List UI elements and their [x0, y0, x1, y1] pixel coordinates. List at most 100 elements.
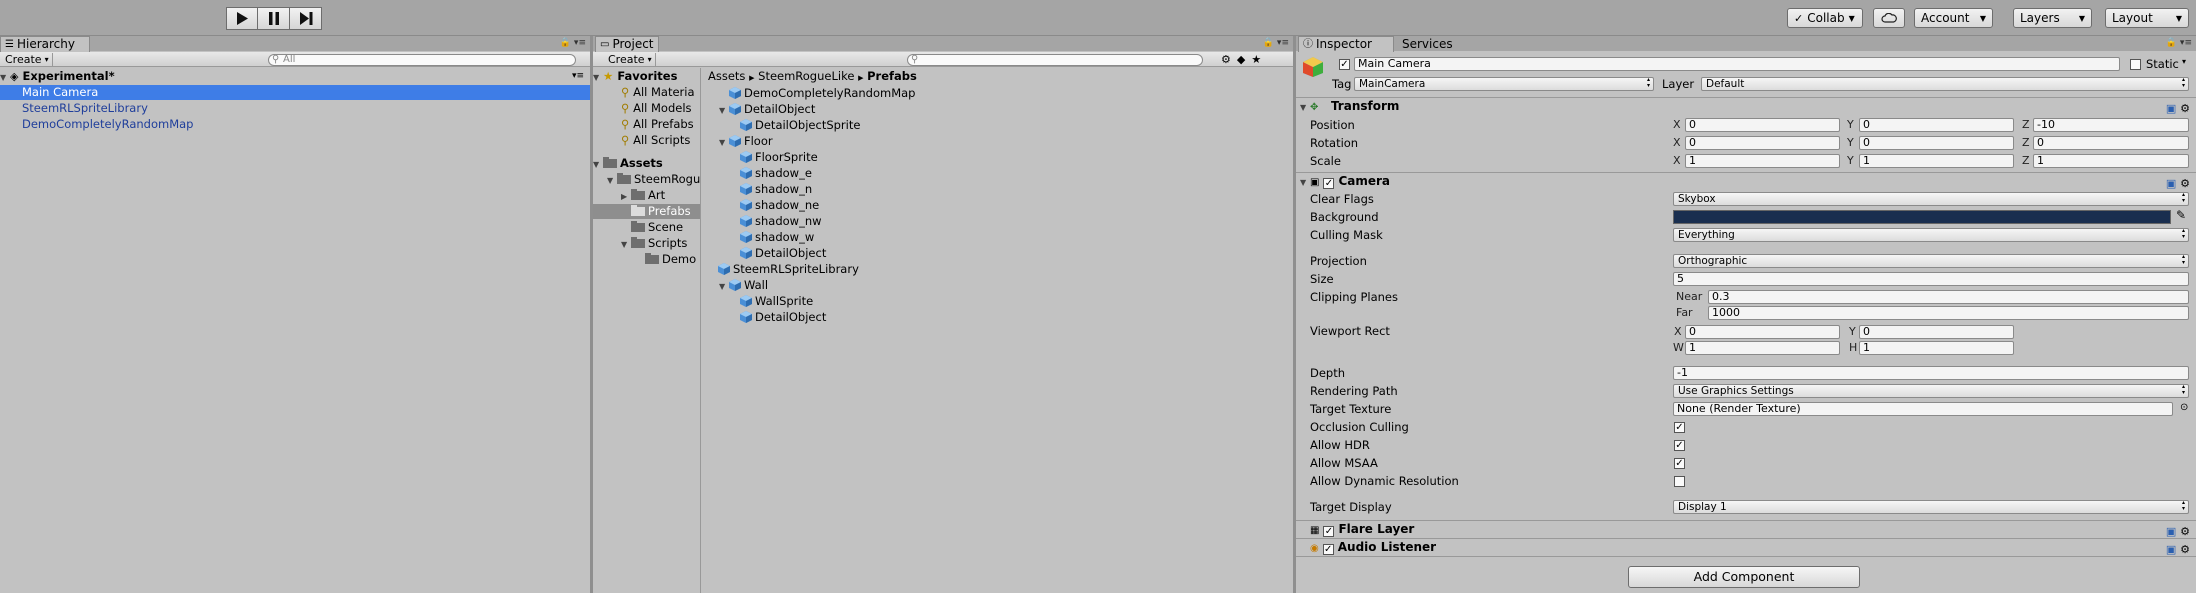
transform-rotation-z-field[interactable]: 0	[2033, 136, 2189, 150]
favorite-item[interactable]: ⚲ All Scripts	[621, 133, 690, 148]
background-color-swatch[interactable]	[1673, 210, 2171, 224]
add-component-button[interactable]: Add Component	[1628, 566, 1860, 588]
prefab-item[interactable]: shadow_e	[740, 166, 812, 181]
allow-hdr-checkbox[interactable]: ✓	[1674, 440, 1685, 451]
layer-dropdown[interactable]: Default	[1701, 77, 2189, 91]
scene-menu-icon[interactable]: ▾≡	[572, 69, 584, 84]
prefab-item[interactable]: SteemRLSpriteLibrary	[718, 262, 859, 277]
folder-item[interactable]: ▶ Art	[621, 188, 665, 203]
tab-inspector[interactable]: ⓘ Inspector	[1298, 36, 1394, 52]
help-icon[interactable]: ▣	[2166, 177, 2176, 190]
static-dropdown-icon[interactable]: ▾	[2182, 57, 2186, 66]
collab-button[interactable]: ✓ Collab ▼	[1787, 8, 1863, 28]
prefab-item[interactable]: shadow_nw	[740, 214, 822, 229]
tag-dropdown[interactable]: MainCamera	[1354, 77, 1654, 91]
layers-dropdown[interactable]: Layers ▼	[2013, 8, 2092, 28]
assets-header[interactable]: ▼ Assets	[593, 156, 663, 171]
expand-triangle-icon[interactable]: ▼	[719, 103, 729, 118]
filter-type-icon[interactable]: ⚙	[1221, 53, 1237, 66]
panel-menu-icon[interactable]: 🔒 ▾≡	[2166, 38, 2192, 48]
hierarchy-item-main-camera[interactable]: Main Camera	[0, 85, 590, 100]
transform-position-z-field[interactable]: -10	[2033, 118, 2189, 132]
tab-hierarchy[interactable]: ☰ Hierarchy	[0, 36, 90, 52]
tab-project[interactable]: ▭ Project	[595, 36, 659, 52]
viewport-w-field[interactable]: 1	[1685, 341, 1840, 355]
allow-dynres-checkbox[interactable]	[1674, 476, 1685, 487]
favorite-item[interactable]: ⚲ All Models	[621, 101, 692, 116]
layout-dropdown[interactable]: Layout ▼	[2105, 8, 2189, 28]
prefab-item[interactable]: WallSprite	[740, 294, 813, 309]
cloud-button[interactable]	[1873, 8, 1905, 28]
gear-icon[interactable]: ⚙	[2180, 525, 2190, 538]
play-button[interactable]	[226, 7, 258, 30]
expand-triangle-icon[interactable]: ▼	[719, 279, 729, 294]
hierarchy-item-random-map[interactable]: DemoCompletelyRandomMap	[0, 117, 590, 132]
active-checkbox[interactable]: ✓	[1339, 59, 1350, 70]
folder-item[interactable]: ▼ Scripts	[621, 236, 687, 251]
hierarchy-create-button[interactable]: Create ▾	[2, 53, 53, 66]
audio-enabled-checkbox[interactable]: ✓	[1322, 544, 1334, 555]
allow-msaa-checkbox[interactable]: ✓	[1674, 458, 1685, 469]
prefab-item[interactable]: DetailObject	[740, 310, 826, 325]
prefab-folder-item[interactable]: ▼ Wall	[719, 278, 768, 293]
component-settings-icons[interactable]: ▣ ⚙	[2166, 100, 2190, 117]
rendering-path-dropdown[interactable]: Use Graphics Settings	[1673, 384, 2189, 398]
pause-button[interactable]	[258, 7, 290, 30]
audio-listener-header[interactable]: ◉ ✓ Audio Listener ▣ ⚙	[1296, 538, 2196, 556]
static-checkbox[interactable]	[2130, 59, 2141, 70]
transform-scale-x-field[interactable]: 1	[1685, 154, 1840, 168]
target-display-dropdown[interactable]: Display 1	[1673, 500, 2189, 514]
help-icon[interactable]: ▣	[2166, 525, 2176, 538]
project-create-button[interactable]: Create ▾	[605, 53, 656, 66]
gear-icon[interactable]: ⚙	[2180, 177, 2190, 190]
occlusion-culling-checkbox[interactable]: ✓	[1674, 422, 1685, 433]
filter-label-icon[interactable]: ◆	[1237, 53, 1251, 66]
prefab-item[interactable]: FloorSprite	[740, 150, 818, 165]
size-field[interactable]: 5	[1673, 272, 2189, 286]
account-dropdown[interactable]: Account ▼	[1914, 8, 1993, 28]
near-field[interactable]: 0.3	[1708, 290, 2189, 304]
eyedropper-icon[interactable]: ✎	[2176, 208, 2186, 222]
object-name-field[interactable]: Main Camera	[1354, 57, 2120, 71]
favorites-header[interactable]: ▼ ★ Favorites	[593, 69, 677, 84]
prefab-item[interactable]: DetailObjectSprite	[740, 118, 860, 133]
folder-item-selected[interactable]: Prefabs	[593, 204, 700, 219]
prefab-folder-item[interactable]: ▼ DetailObject	[719, 102, 815, 117]
folder-item[interactable]: Scene	[631, 220, 683, 235]
help-icon[interactable]: ▣	[2166, 102, 2176, 115]
tab-services[interactable]: Services	[1398, 36, 1459, 52]
flare-enabled-checkbox[interactable]: ✓	[1323, 526, 1335, 537]
panel-menu-icon[interactable]: 🔒 ▾≡	[1263, 38, 1289, 48]
breadcrumb-item[interactable]: Prefabs	[867, 69, 917, 83]
object-picker-icon[interactable]: ⊙	[2180, 402, 2188, 413]
project-search-input[interactable]: ⚲	[907, 54, 1203, 66]
viewport-y-field[interactable]: 0	[1859, 325, 2014, 339]
gear-icon[interactable]: ⚙	[2180, 543, 2190, 556]
prefab-item[interactable]: shadow_w	[740, 230, 814, 245]
transform-scale-y-field[interactable]: 1	[1859, 154, 2014, 168]
expand-triangle-icon[interactable]: ▼	[719, 135, 729, 150]
viewport-h-field[interactable]: 1	[1859, 341, 2014, 355]
transform-position-y-field[interactable]: 0	[1859, 118, 2014, 132]
transform-rotation-x-field[interactable]: 0	[1685, 136, 1840, 150]
step-button[interactable]	[290, 7, 322, 30]
prefab-item[interactable]: DemoCompletelyRandomMap	[729, 86, 915, 101]
scene-row[interactable]: ▼ ◈ Experimental* ▾≡	[0, 69, 590, 84]
viewport-x-field[interactable]: 0	[1685, 325, 1840, 339]
prefab-item[interactable]: shadow_n	[740, 182, 812, 197]
prefab-item[interactable]: shadow_ne	[740, 198, 819, 213]
transform-header[interactable]: ▼ ✥ Transform ▣ ⚙	[1296, 97, 2196, 117]
favorite-item[interactable]: ⚲ All Prefabs	[621, 117, 694, 132]
breadcrumb-item[interactable]: SteemRogueLike	[758, 69, 854, 83]
breadcrumb-item[interactable]: Assets	[708, 69, 745, 83]
hierarchy-search-input[interactable]: ⚲ All	[268, 54, 576, 66]
gear-icon[interactable]: ⚙	[2180, 102, 2190, 115]
far-field[interactable]: 1000	[1708, 306, 2189, 320]
transform-position-x-field[interactable]: 0	[1685, 118, 1840, 132]
flare-layer-header[interactable]: ▦ ✓ Flare Layer ▣ ⚙	[1296, 520, 2196, 538]
folder-item[interactable]: ▼ SteemRogu	[607, 172, 700, 187]
transform-scale-z-field[interactable]: 1	[2033, 154, 2189, 168]
folder-item[interactable]: Demo	[645, 252, 696, 267]
transform-rotation-y-field[interactable]: 0	[1859, 136, 2014, 150]
prefab-folder-item[interactable]: ▼ Floor	[719, 134, 773, 149]
